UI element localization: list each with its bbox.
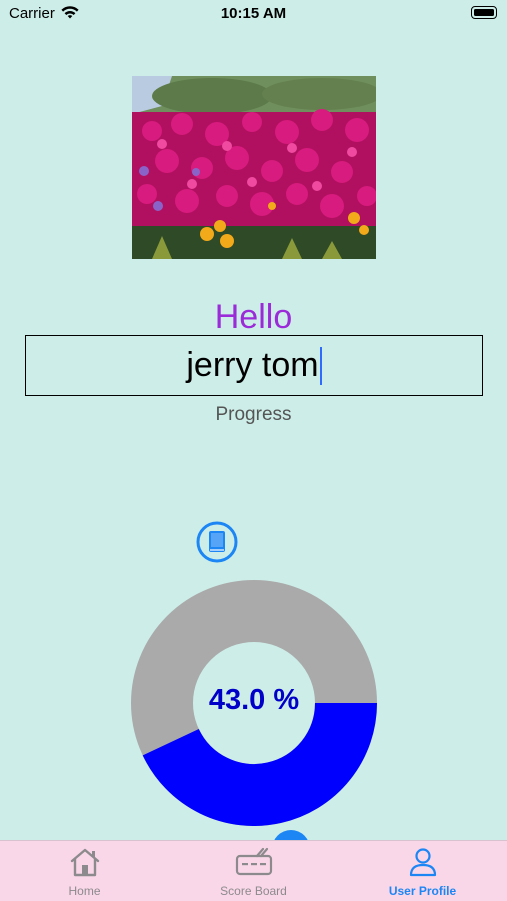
battery-icon [471, 6, 497, 19]
progress-label: Progress [215, 404, 292, 425]
house-icon [70, 848, 99, 877]
person-icon [409, 848, 436, 877]
text-cursor [319, 346, 322, 385]
name-input-value: jerry tom [186, 346, 319, 384]
tab-score-board[interactable]: Score Board [169, 841, 338, 901]
flower-photo [132, 76, 376, 259]
status-bar: Carrier 10:15 AM [0, 0, 507, 28]
name-input[interactable]: jerry tom [25, 335, 483, 396]
status-time: 10:15 AM [220, 5, 287, 22]
tab-home[interactable]: Home [0, 841, 169, 901]
tab-score-board-label: Score Board [220, 884, 287, 898]
book-icon[interactable] [196, 521, 238, 563]
greeting-text: Hello [214, 298, 293, 336]
tab-user-profile[interactable]: User Profile [338, 841, 507, 901]
tab-user-profile-label: User Profile [388, 884, 457, 898]
progress-percent: 43.0 % [208, 684, 300, 716]
scoreboard-icon [235, 847, 272, 876]
tab-home-label: Home [68, 884, 101, 898]
tab-bar: Home Score Board User Profile [0, 840, 507, 901]
